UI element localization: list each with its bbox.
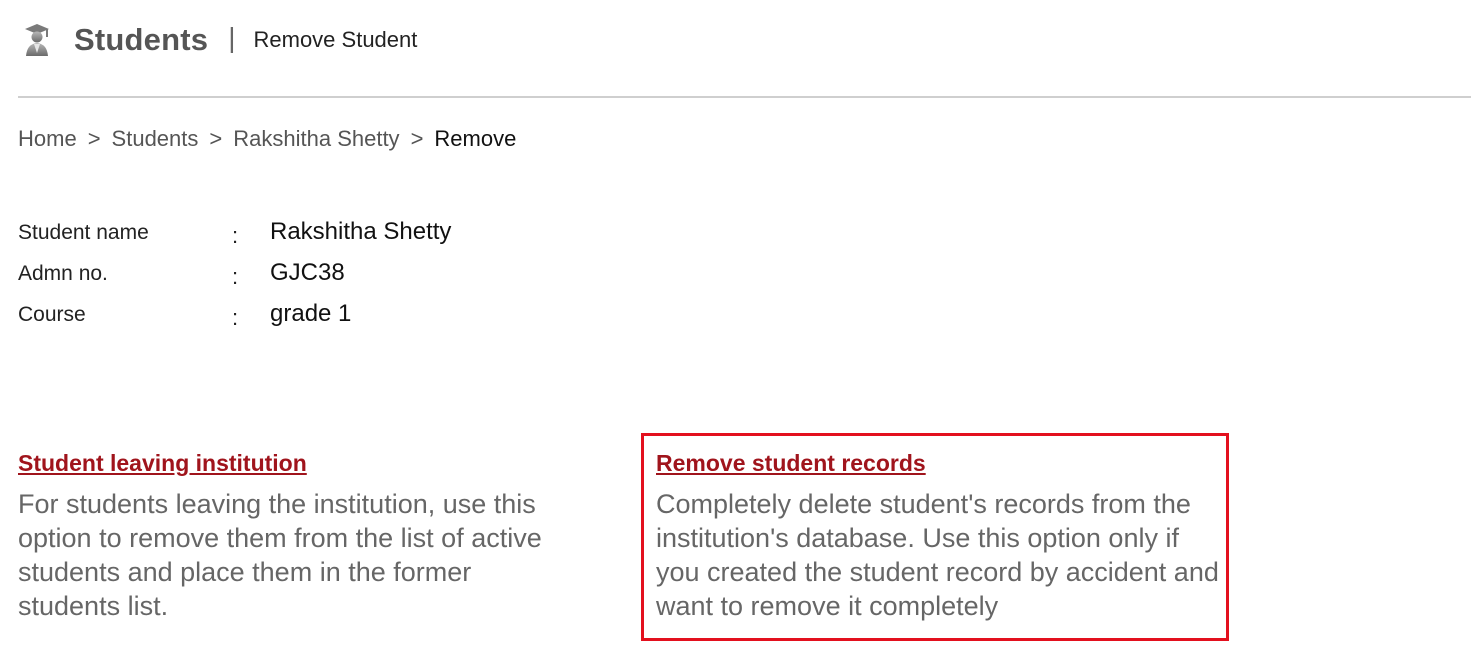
admission-number-row: Admn no. : GJC38 xyxy=(18,259,451,300)
course-label: Course xyxy=(18,303,86,326)
breadcrumb-separator: > xyxy=(410,126,424,151)
student-name-label: Student name xyxy=(18,221,149,244)
remove-student-records-description: Completely delete student's records from… xyxy=(656,489,1219,621)
breadcrumb-home-link[interactable]: Home xyxy=(18,126,77,152)
student-leaving-description: For students leaving the institution, us… xyxy=(18,489,542,621)
admission-number-value: GJC38 xyxy=(270,259,345,286)
page-header: Students | Remove Student xyxy=(22,18,417,62)
title-separator: | xyxy=(228,22,236,53)
student-info: Student name : Rakshitha Shetty Admn no.… xyxy=(18,218,451,341)
breadcrumb: Home > Students > Rakshitha Shetty > Rem… xyxy=(18,126,516,152)
student-leaving-option: Student leaving institution For students… xyxy=(18,450,588,623)
breadcrumb-current: Remove xyxy=(434,126,517,151)
breadcrumb-students-link[interactable]: Students xyxy=(112,126,199,152)
page: Students | Remove Student Home > Student… xyxy=(0,0,1471,659)
admission-number-label: Admn no. xyxy=(18,262,108,285)
page-subtitle: Remove Student xyxy=(253,27,418,52)
student-name-row: Student name : Rakshitha Shetty xyxy=(18,218,451,259)
student-graduate-icon xyxy=(22,23,52,57)
breadcrumb-separator: > xyxy=(87,126,101,151)
student-leaving-institution-link[interactable]: Student leaving institution xyxy=(18,450,307,477)
breadcrumb-student-link[interactable]: Rakshitha Shetty xyxy=(233,126,399,152)
field-colon: : xyxy=(232,305,239,330)
student-name-value: Rakshitha Shetty xyxy=(270,218,452,245)
header-divider xyxy=(18,96,1471,98)
course-row: Course : grade 1 xyxy=(18,300,451,341)
remove-student-records-link[interactable]: Remove student records xyxy=(656,450,926,477)
page-title: Students xyxy=(74,22,209,57)
remove-student-records-option: Remove student records Completely delete… xyxy=(641,433,1229,641)
course-value: grade 1 xyxy=(270,300,352,327)
field-colon: : xyxy=(232,264,239,289)
breadcrumb-separator: > xyxy=(209,126,223,151)
field-colon: : xyxy=(232,223,239,248)
